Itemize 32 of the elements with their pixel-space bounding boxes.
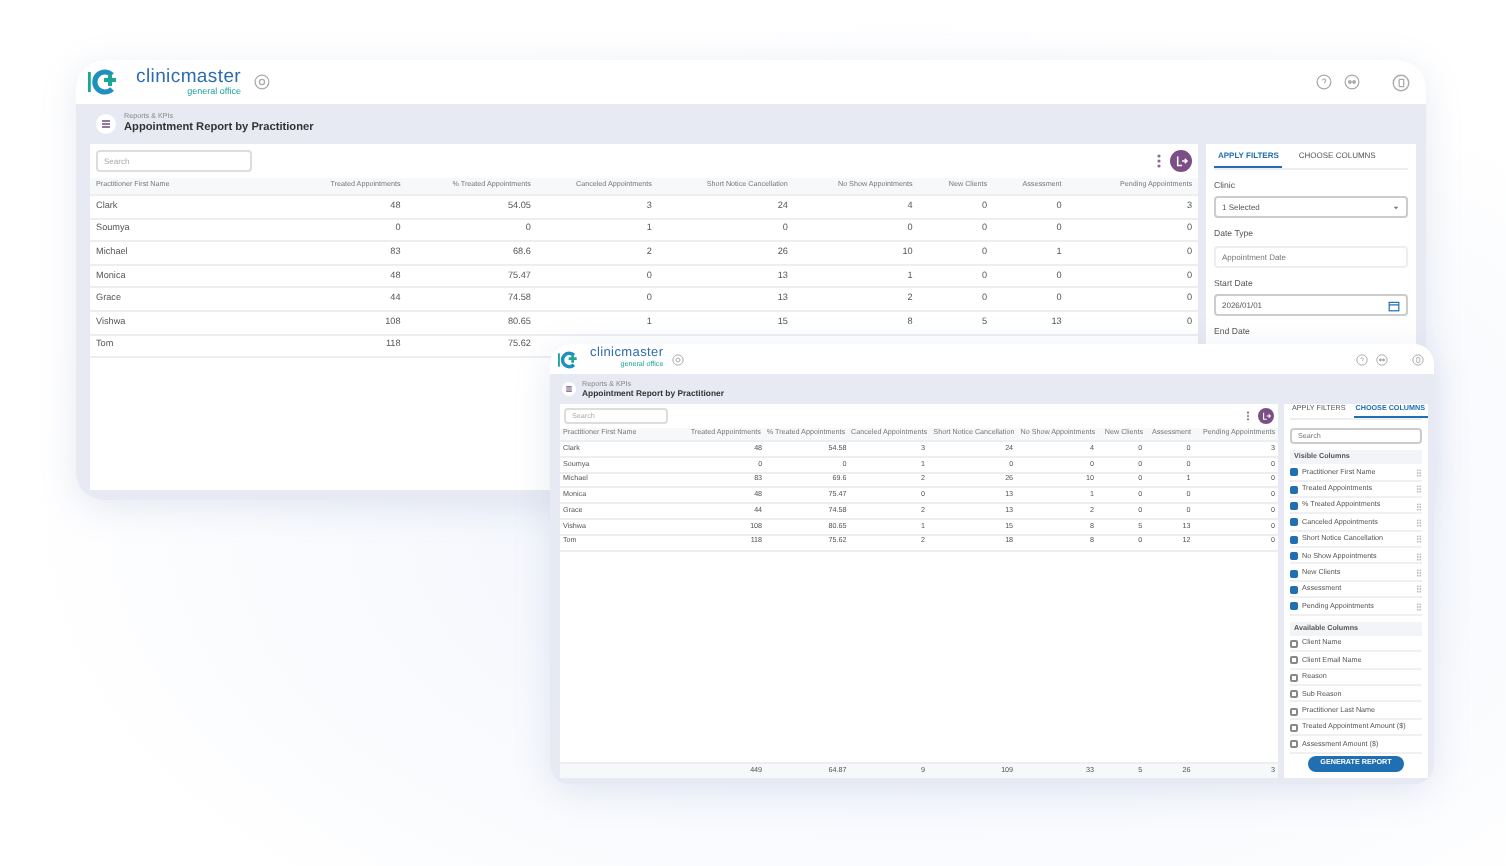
checkbox[interactable] (1290, 690, 1298, 699)
checkbox[interactable] (1290, 723, 1298, 732)
calendar-icon[interactable] (1388, 299, 1400, 312)
checkbox[interactable] (1290, 502, 1298, 511)
help-icon[interactable] (1356, 353, 1368, 365)
export-icon[interactable] (1170, 150, 1192, 172)
help-icon[interactable] (1316, 74, 1332, 90)
checkbox[interactable] (1290, 552, 1298, 561)
checkbox[interactable] (1290, 468, 1298, 477)
checkbox[interactable] (1290, 656, 1298, 665)
checkbox[interactable] (1290, 518, 1298, 527)
people-icon[interactable] (1344, 74, 1360, 90)
logout-icon[interactable] (1392, 73, 1410, 91)
checkbox[interactable] (1290, 707, 1298, 716)
menu-icon[interactable] (562, 382, 576, 396)
checkbox[interactable] (1290, 535, 1298, 544)
checkbox[interactable] (1290, 740, 1298, 749)
checkbox[interactable] (1290, 673, 1298, 682)
checkbox[interactable] (1290, 585, 1298, 594)
export-icon[interactable] (1258, 408, 1274, 424)
checkbox[interactable] (1290, 602, 1298, 611)
checkbox[interactable] (1290, 640, 1298, 649)
menu-icon[interactable] (96, 114, 116, 134)
checkbox[interactable] (1290, 569, 1298, 578)
settings-icon[interactable] (671, 353, 684, 365)
settings-icon[interactable] (253, 74, 270, 90)
logo-text: clinicmaster (136, 68, 242, 87)
checkbox[interactable] (1290, 485, 1298, 494)
people-icon[interactable] (1376, 353, 1388, 365)
logo-icon (558, 349, 582, 369)
more-icon[interactable] (1156, 152, 1162, 170)
logout-icon[interactable] (1412, 353, 1424, 365)
